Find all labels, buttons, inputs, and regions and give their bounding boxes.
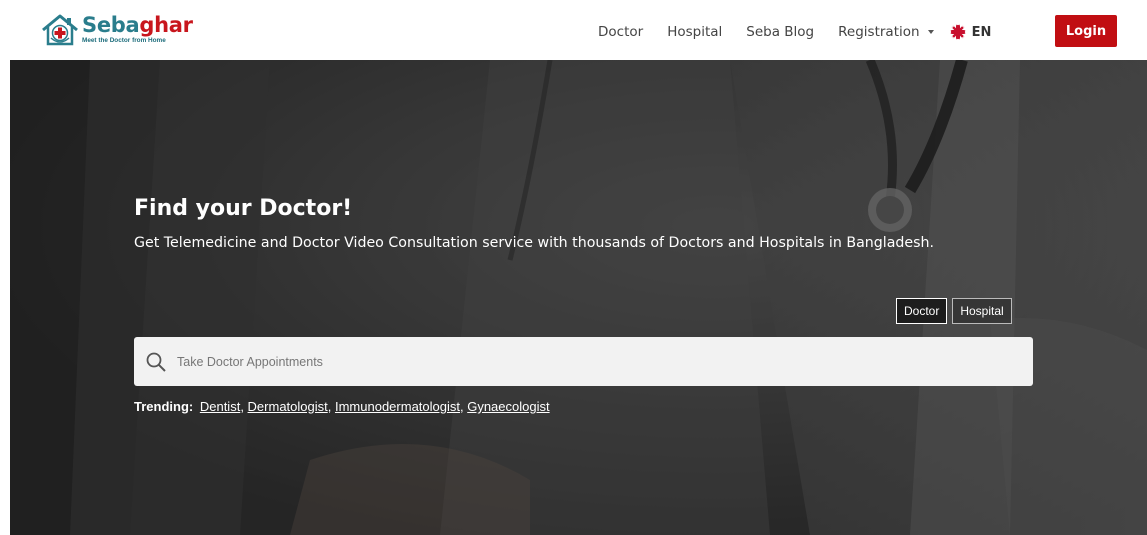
trending-dermatologist[interactable]: Dermatologist — [248, 399, 328, 414]
trending-dentist[interactable]: Dentist — [200, 399, 240, 414]
nav-registration-dropdown[interactable]: Registration — [838, 24, 934, 40]
login-button[interactable]: Login — [1055, 15, 1117, 47]
uk-flag-icon — [949, 24, 966, 40]
nav-menu: Doctor Hospital Seba Blog Registration E… — [598, 22, 991, 42]
trending-row: Trending: Dentist, Dermatologist, Immuno… — [134, 399, 550, 414]
nav-seba-blog[interactable]: Seba Blog — [746, 24, 814, 40]
nav-hospital[interactable]: Hospital — [667, 24, 722, 40]
brand-tagline: Meet the Doctor from Home — [82, 37, 166, 45]
hero-title: Find your Doctor! — [134, 196, 353, 221]
trending-immunodermatologist[interactable]: Immunodermatologist — [335, 399, 460, 414]
nav-doctor[interactable]: Doctor — [598, 24, 643, 40]
sebaghar-logo[interactable]: Sebaghar Meet the Doctor from Home — [40, 12, 210, 48]
nav-registration-label: Registration — [838, 24, 920, 40]
language-selector[interactable]: EN — [949, 24, 992, 40]
toggle-doctor[interactable]: Doctor — [896, 298, 948, 324]
caret-down-icon — [927, 30, 934, 34]
language-label: EN — [971, 24, 992, 40]
hero-subtitle: Get Telemedicine and Doctor Video Consul… — [134, 235, 935, 251]
toggle-hospital[interactable]: Hospital — [952, 298, 1012, 324]
trending-gynaecologist[interactable]: Gynaecologist — [467, 399, 549, 414]
brand-name: Sebaghar — [82, 13, 193, 38]
trending-label: Trending: — [134, 399, 194, 414]
hero-section: Find your Doctor! Get Telemedicine and D… — [10, 60, 1147, 535]
search-icon[interactable] — [145, 351, 167, 373]
top-navbar: Sebaghar Meet the Doctor from Home Docto… — [0, 0, 1147, 60]
search-type-toggle: Doctor Hospital — [896, 298, 1017, 324]
search-input[interactable] — [177, 346, 997, 377]
search-bar — [134, 337, 1033, 386]
logo-house-icon — [42, 14, 78, 46]
